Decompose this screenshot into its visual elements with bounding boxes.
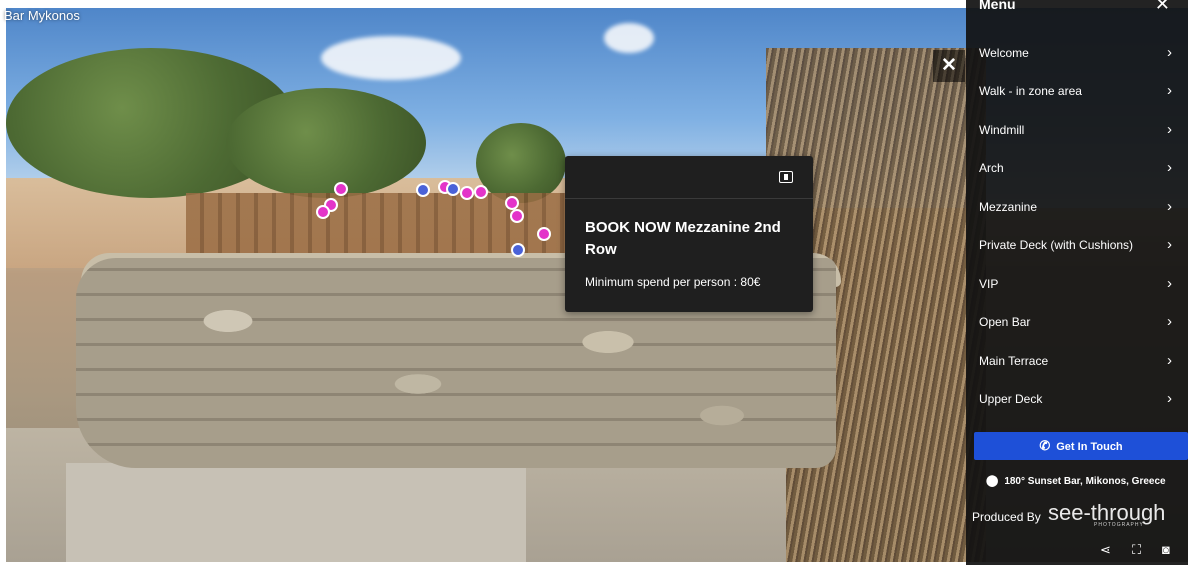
- location-label: 180° Sunset Bar, Mikonos, Greece: [1004, 476, 1166, 487]
- hotspot-marker[interactable]: [537, 227, 551, 241]
- vr-headset-icon[interactable]: ◙: [1162, 542, 1170, 557]
- get-in-touch-button[interactable]: ✆ Get In Touch: [974, 432, 1188, 460]
- hotspot-marker[interactable]: [505, 196, 519, 210]
- hotspot-marker[interactable]: [316, 205, 330, 219]
- menu-item-label: Mezzanine: [979, 200, 1038, 214]
- hotspot-marker[interactable]: [474, 185, 488, 199]
- hotspot-marker[interactable]: [511, 243, 525, 257]
- chevron-right-icon: ›: [1167, 121, 1172, 138]
- menu-item-label: Upper Deck: [979, 392, 1043, 406]
- tree: [226, 88, 426, 198]
- fullscreen-icon[interactable]: ⛶: [1132, 542, 1141, 558]
- menu-item-label: Open Bar: [979, 315, 1031, 329]
- chevron-right-icon: ›: [1167, 236, 1172, 253]
- chevron-right-icon: ›: [1167, 313, 1172, 330]
- cloud: [321, 36, 461, 80]
- chevron-right-icon: ›: [1167, 198, 1172, 215]
- close-icon: ✕: [941, 55, 957, 76]
- chevron-right-icon: ›: [1167, 82, 1172, 99]
- menu-item-open-bar[interactable]: Open Bar ›: [966, 304, 1188, 342]
- menu-item-welcome[interactable]: Welcome ›: [966, 35, 1188, 73]
- menu-item-upper-deck[interactable]: Upper Deck ›: [966, 381, 1188, 419]
- divider: [565, 198, 813, 199]
- phone-icon: ✆: [1039, 438, 1051, 453]
- menu-item-windmill[interactable]: Windmill ›: [966, 112, 1188, 150]
- viewer-toolbar: ⋖ ⛶ ◙: [1096, 540, 1188, 562]
- menu-item-vip[interactable]: VIP ›: [966, 266, 1188, 304]
- concrete-slab: [66, 463, 526, 562]
- producer-logo-subtext: PHOTOGRAPHY: [1094, 522, 1144, 528]
- map-pin-icon: ⬤: [986, 475, 999, 487]
- menu-item-label: Walk - in zone area: [979, 84, 1082, 98]
- side-menu: Menu ✕ Welcome › Walk - in zone area › W…: [966, 0, 1188, 565]
- location-info: ⬤ 180° Sunset Bar, Mikonos, Greece: [986, 474, 1166, 487]
- close-menu-button[interactable]: ✕: [933, 50, 965, 82]
- share-icon[interactable]: ⋖: [1100, 542, 1111, 558]
- cloud: [604, 23, 654, 53]
- chevron-right-icon: ›: [1167, 390, 1172, 407]
- hotspot-marker[interactable]: [446, 182, 460, 196]
- popup-description: Minimum spend per person : 80€: [585, 275, 761, 289]
- hotspot-marker[interactable]: [334, 182, 348, 196]
- chevron-right-icon: ›: [1167, 352, 1172, 369]
- hotspot-marker[interactable]: [510, 209, 524, 223]
- close-icon[interactable]: ✕: [1155, 0, 1170, 15]
- expand-panel-icon[interactable]: [779, 171, 793, 183]
- menu-item-private-deck[interactable]: Private Deck (with Cushions) ›: [966, 227, 1188, 265]
- chevron-right-icon: ›: [1167, 159, 1172, 176]
- chevron-right-icon: ›: [1167, 275, 1172, 292]
- hotspot-info-popup: BOOK NOW Mezzanine 2nd Row Minimum spend…: [565, 156, 813, 312]
- menu-item-label: Private Deck (with Cushions): [979, 238, 1134, 252]
- menu-title: Menu: [979, 0, 1016, 12]
- menu-item-arch[interactable]: Arch ›: [966, 150, 1188, 188]
- tree: [476, 123, 566, 203]
- produced-by-label: Produced By: [972, 510, 1041, 524]
- menu-item-walk-in-zone[interactable]: Walk - in zone area ›: [966, 73, 1188, 111]
- chevron-right-icon: ›: [1167, 44, 1172, 61]
- menu-item-main-terrace[interactable]: Main Terrace ›: [966, 343, 1188, 381]
- menu-item-mezzanine[interactable]: Mezzanine ›: [966, 189, 1188, 227]
- popup-title: BOOK NOW Mezzanine 2nd Row: [585, 219, 781, 258]
- menu-item-label: Windmill: [979, 123, 1025, 137]
- menu-item-label: Arch: [979, 161, 1004, 175]
- hotspot-marker[interactable]: [416, 183, 430, 197]
- menu-item-label: VIP: [979, 277, 999, 291]
- hotspot-marker[interactable]: [460, 186, 474, 200]
- menu-item-label: Welcome: [979, 46, 1029, 60]
- menu-item-label: Main Terrace: [979, 354, 1049, 368]
- tour-title: Bar Mykonos: [4, 8, 80, 23]
- cta-label: Get In Touch: [1056, 441, 1123, 453]
